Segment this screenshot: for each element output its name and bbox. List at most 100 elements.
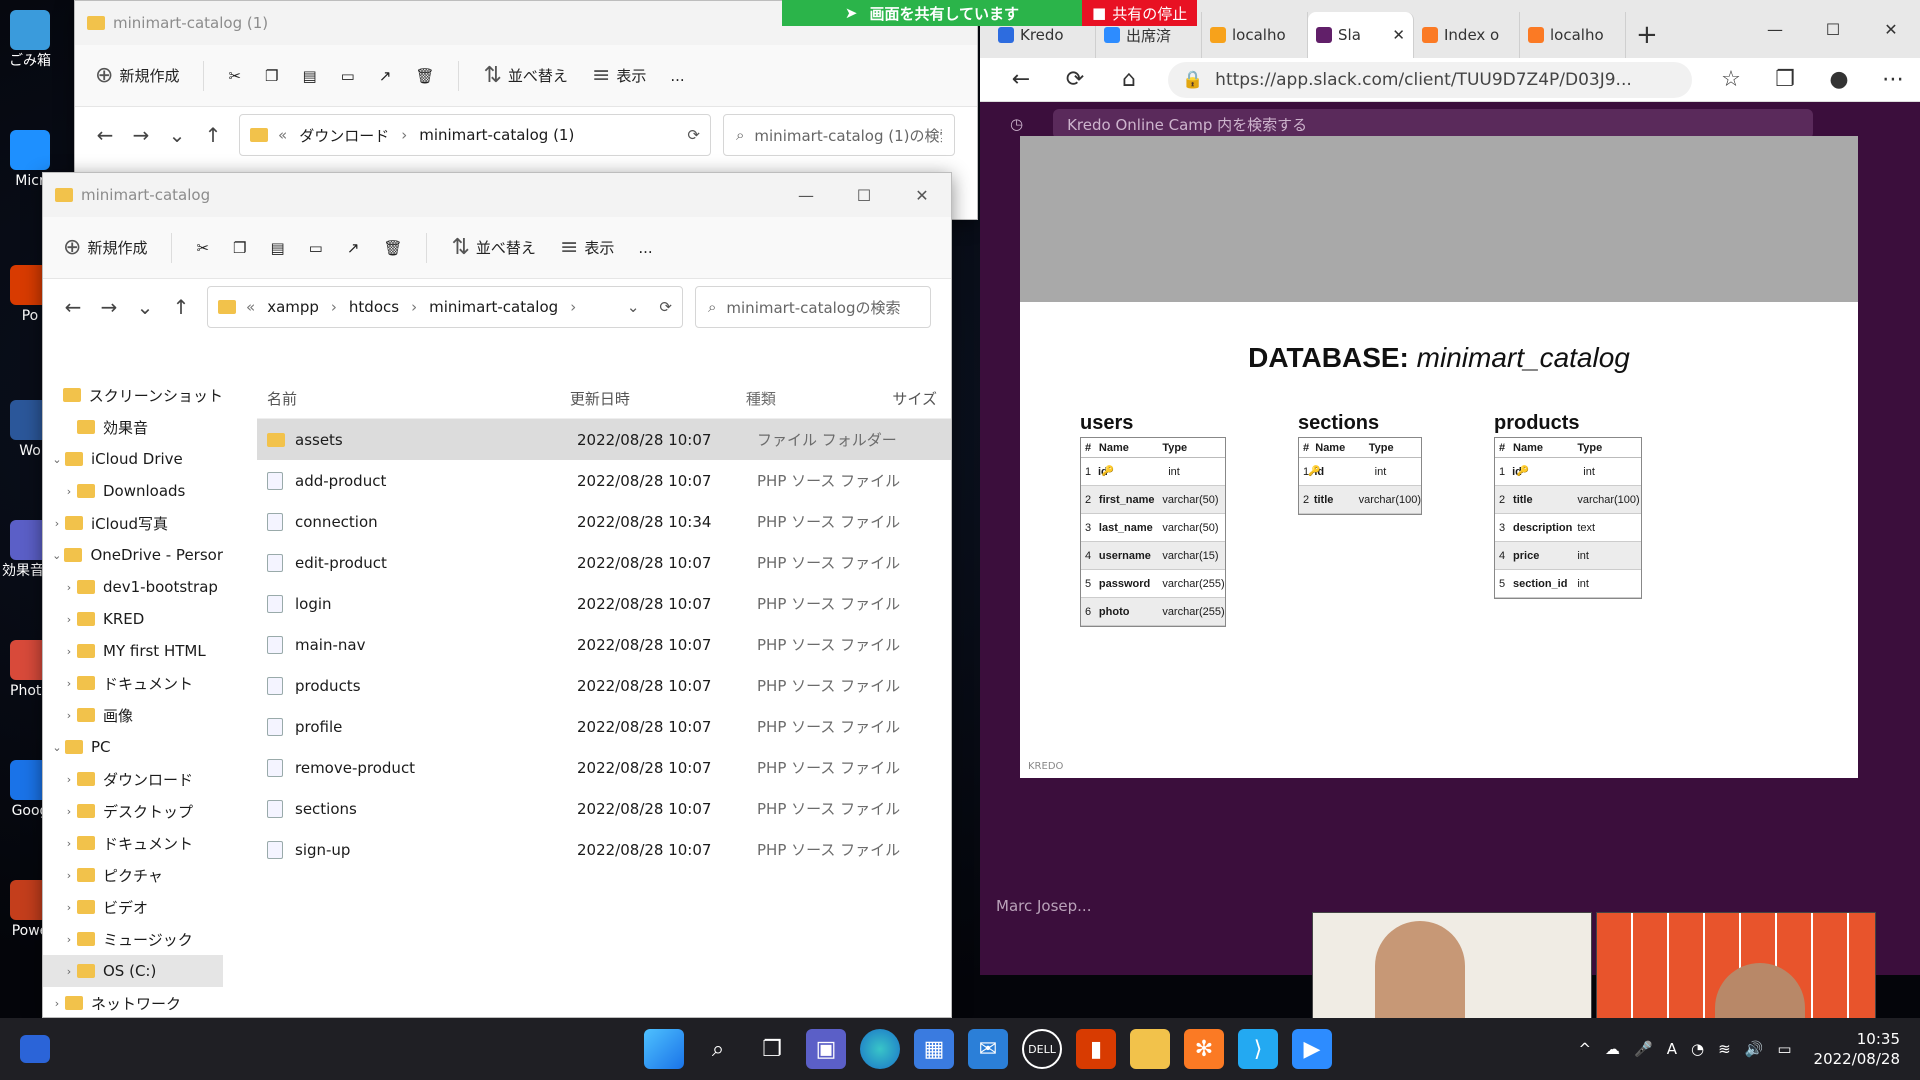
history-icon[interactable]: ◷	[1010, 115, 1023, 133]
new-button[interactable]: ⊕ 新規作成	[95, 63, 179, 88]
sidebar-item[interactable]: スクリーンショット	[43, 379, 223, 411]
mail-icon[interactable]: ✉	[968, 1029, 1008, 1069]
chevron-icon[interactable]: ›	[61, 645, 77, 658]
file-row[interactable]: connection 2022/08/28 10:34 PHP ソース ファイル	[257, 501, 951, 542]
breadcrumb-item[interactable]: minimart-catalog	[429, 298, 558, 316]
rename-icon[interactable]: ▭	[309, 239, 323, 257]
ime-icon[interactable]: A	[1667, 1040, 1677, 1058]
more-button[interactable]: ...	[638, 239, 652, 257]
sidebar-item[interactable]: › Downloads	[43, 475, 223, 507]
chevron-icon[interactable]: ›	[61, 613, 77, 626]
chevron-icon[interactable]: ›	[61, 709, 77, 722]
chevron-icon[interactable]: ›	[61, 869, 77, 882]
chevron-icon[interactable]: ›	[61, 965, 77, 978]
dell-icon[interactable]: DELL	[1022, 1029, 1062, 1069]
more-button[interactable]: ...	[670, 67, 684, 85]
file-row[interactable]: assets 2022/08/28 10:07 ファイル フォルダー	[257, 419, 951, 460]
sidebar-item[interactable]: ⌄ iCloud Drive	[43, 443, 223, 475]
sidebar-item[interactable]: › ドキュメント	[43, 667, 223, 699]
chevron-icon[interactable]: ›	[61, 677, 77, 690]
browser-tab[interactable]: Sla ✕	[1308, 12, 1414, 58]
back-icon[interactable]: ←	[994, 67, 1048, 92]
desktop-icon[interactable]: ごみ箱	[2, 10, 58, 70]
sidebar-item[interactable]: › KRED	[43, 603, 223, 635]
close-icon[interactable]: ✕	[893, 186, 951, 205]
vscode-icon[interactable]: ⟩	[1238, 1029, 1278, 1069]
chevron-down-icon[interactable]: ⌄	[127, 295, 163, 319]
close-icon[interactable]: ✕	[1862, 20, 1920, 39]
address-bar[interactable]: « xampp › htdocs › minimart-catalog › ⌄ ⟳	[207, 286, 683, 328]
wifi-icon[interactable]: ≋	[1718, 1040, 1731, 1058]
cloud-icon[interactable]: ☁	[1605, 1040, 1620, 1058]
forward-icon[interactable]: →	[123, 123, 159, 147]
delete-icon[interactable]: 🗑	[415, 67, 434, 85]
column-type[interactable]: 種類	[746, 388, 893, 409]
sidebar-item[interactable]: › dev1-bootstrap	[43, 571, 223, 603]
sidebar-item[interactable]: › ドキュメント	[43, 827, 223, 859]
office-icon[interactable]: ▮	[1076, 1029, 1116, 1069]
sidebar-item[interactable]: 効果音	[43, 411, 223, 443]
chevron-icon[interactable]: ›	[61, 901, 77, 914]
paste-icon[interactable]: ▤	[302, 67, 316, 85]
clock[interactable]: 10:35 2022/08/28	[1814, 1029, 1900, 1069]
volume-icon[interactable]: 🔊	[1745, 1040, 1764, 1058]
sidebar-item[interactable]: ⌄ PC	[43, 731, 223, 763]
browser-tab[interactable]: Index o	[1414, 12, 1520, 58]
chevron-icon[interactable]: ⌄	[49, 741, 65, 754]
file-row[interactable]: remove-product 2022/08/28 10:07 PHP ソース ファ…	[257, 747, 951, 788]
collections-icon[interactable]: ❐	[1758, 67, 1812, 92]
new-tab-icon[interactable]: +	[1636, 20, 1658, 50]
sidebar-item[interactable]: ⌄ OneDrive - Persor	[43, 539, 223, 571]
delete-icon[interactable]: 🗑	[383, 239, 402, 257]
cut-icon[interactable]: ✂	[228, 67, 241, 85]
sidebar-item[interactable]: › ミュージック	[43, 923, 223, 955]
chevron-up-icon[interactable]: ^	[1578, 1040, 1591, 1058]
chevron-icon[interactable]: ›	[61, 805, 77, 818]
chevron-icon[interactable]: ›	[61, 485, 77, 498]
column-date[interactable]: 更新日時	[570, 388, 746, 409]
cut-icon[interactable]: ✂	[196, 239, 209, 257]
address-bar[interactable]: « ダウンロード › minimart-catalog (1) ⟳	[239, 114, 711, 156]
edge-icon[interactable]	[860, 1029, 900, 1069]
forward-icon[interactable]: →	[91, 295, 127, 319]
sidebar-item[interactable]: › ピクチャ	[43, 859, 223, 891]
column-size[interactable]: サイズ	[892, 388, 951, 409]
search-input[interactable]: ⌕ minimart-catalog (1)の検索	[723, 114, 955, 156]
chevron-icon[interactable]: ›	[49, 997, 65, 1010]
file-row[interactable]: add-product 2022/08/28 10:07 PHP ソース ファイル	[257, 460, 951, 501]
file-row[interactable]: sign-up 2022/08/28 10:07 PHP ソース ファイル	[257, 829, 951, 870]
chevron-icon[interactable]: ⌄	[49, 453, 65, 466]
breadcrumb-item[interactable]: htdocs	[349, 298, 399, 316]
chevron-down-icon[interactable]: ⌄	[159, 123, 195, 147]
stop-share-button[interactable]: ■ 共有の停止	[1082, 0, 1198, 26]
title-bar[interactable]: minimart-catalog — ☐ ✕	[43, 173, 951, 217]
microphone-icon[interactable]: 🎤	[1634, 1040, 1653, 1058]
task-view-icon[interactable]: ❐	[752, 1029, 792, 1069]
sidebar-item[interactable]: › デスクトップ	[43, 795, 223, 827]
sidebar-item[interactable]: › MY first HTML	[43, 635, 223, 667]
browser-tab[interactable]: localho	[1520, 12, 1626, 58]
sidebar-item[interactable]: › 画像	[43, 699, 223, 731]
sidebar-item[interactable]: › iCloud写真	[43, 507, 223, 539]
back-icon[interactable]: ←	[87, 123, 123, 147]
sidebar-item[interactable]: › ダウンロード	[43, 763, 223, 795]
up-icon[interactable]: ↑	[163, 295, 199, 319]
copy-icon[interactable]: ❐	[265, 67, 278, 85]
zoom-icon[interactable]: ▶	[1292, 1029, 1332, 1069]
chevron-icon[interactable]: ›	[61, 581, 77, 594]
new-button[interactable]: ⊕ 新規作成	[63, 235, 147, 260]
profile-icon[interactable]: ●	[1812, 67, 1866, 92]
minimize-icon[interactable]: —	[777, 186, 835, 205]
refresh-icon[interactable]: ⟳	[687, 126, 700, 144]
battery-icon[interactable]: ▭	[1777, 1040, 1791, 1058]
chevron-icon[interactable]: ›	[49, 517, 65, 530]
store-icon[interactable]: ▦	[914, 1029, 954, 1069]
breadcrumb-item[interactable]: minimart-catalog (1)	[419, 126, 574, 144]
file-row[interactable]: edit-product 2022/08/28 10:07 PHP ソース ファイル	[257, 542, 951, 583]
file-row[interactable]: profile 2022/08/28 10:07 PHP ソース ファイル	[257, 706, 951, 747]
slack-search-input[interactable]: Kredo Online Camp 内を検索する	[1053, 109, 1814, 139]
sort-button[interactable]: ⇅ 並べ替え	[451, 235, 535, 260]
focus-icon[interactable]: ◔	[1691, 1040, 1704, 1058]
view-button[interactable]: ≡ 表示	[592, 63, 646, 88]
up-icon[interactable]: ↑	[195, 123, 231, 147]
